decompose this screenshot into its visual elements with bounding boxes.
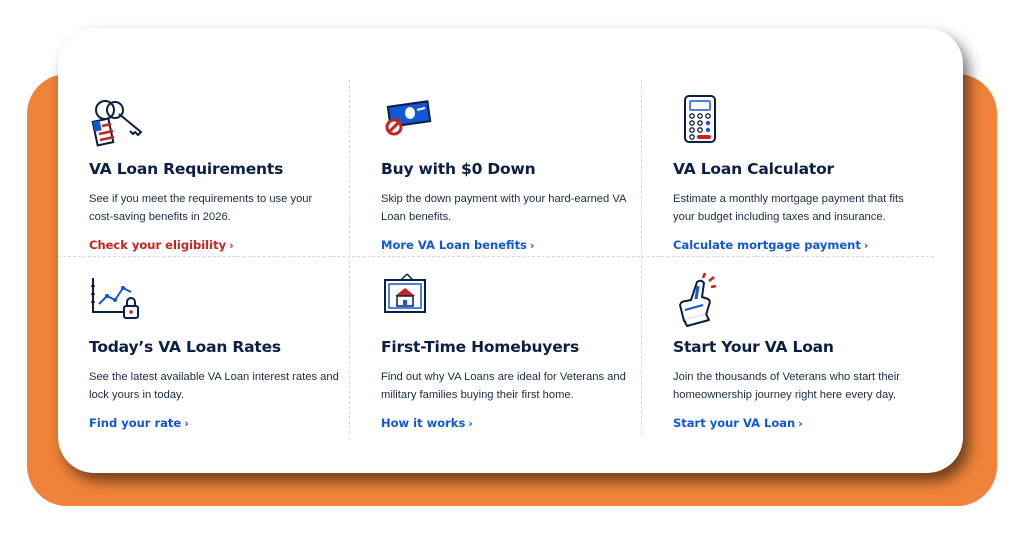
feature-description: Join the thousands of Veterans who start… xyxy=(673,371,900,401)
feature-va-loan-calculator: VA Loan Calculator Estimate a monthly mo… xyxy=(673,94,933,264)
feature-description: See if you meet the requirements to use … xyxy=(89,193,313,223)
column-divider xyxy=(641,80,642,434)
keys-flag-icon xyxy=(89,94,149,154)
chevron-right-icon: › xyxy=(468,417,473,430)
more-va-loan-benefits-link[interactable]: More VA Loan benefits › xyxy=(381,238,534,252)
link-label: How it works xyxy=(381,416,466,430)
check-eligibility-link[interactable]: Check your eligibility › xyxy=(89,238,234,252)
dollar-bill-no-icon xyxy=(381,94,441,154)
feature-description: Find out why VA Loans are ideal for Vete… xyxy=(381,371,626,401)
link-label: Calculate mortgage payment xyxy=(673,238,861,252)
feature-description: Skip the down payment with your hard-ear… xyxy=(381,193,626,223)
feature-va-loan-requirements: VA Loan Requirements See if you meet the… xyxy=(89,94,349,264)
column-divider xyxy=(349,80,350,434)
how-it-works-link[interactable]: How it works › xyxy=(381,416,473,430)
feature-title: Today’s VA Loan Rates xyxy=(89,338,281,356)
feature-buy-zero-down: Buy with $0 Down Skip the down payment w… xyxy=(381,94,641,264)
feature-title: VA Loan Requirements xyxy=(89,160,284,178)
chevron-right-icon: › xyxy=(798,417,803,430)
link-label: Check your eligibility xyxy=(89,238,227,252)
chevron-right-icon: › xyxy=(529,239,535,252)
link-label: Find your rate xyxy=(89,416,182,430)
find-your-rate-link[interactable]: Find your rate › xyxy=(89,416,189,430)
features-grid: VA Loan Requirements See if you meet the… xyxy=(58,80,963,434)
chevron-right-icon: › xyxy=(229,239,234,252)
features-card: VA Loan Requirements See if you meet the… xyxy=(58,28,963,473)
link-label: More VA Loan benefits xyxy=(381,238,527,252)
house-frame-icon xyxy=(381,272,441,332)
foam-finger-icon xyxy=(673,272,733,332)
feature-description: Estimate a monthly mortgage payment that… xyxy=(673,193,904,223)
link-label: Start your VA Loan xyxy=(673,416,796,430)
feature-todays-rates: Today’s VA Loan Rates See the latest ava… xyxy=(89,272,349,442)
chevron-right-icon: › xyxy=(184,417,189,430)
calculator-icon xyxy=(673,94,733,154)
feature-title: First-Time Homebuyers xyxy=(381,338,579,356)
chevron-right-icon: › xyxy=(863,239,869,252)
feature-title: Start Your VA Loan xyxy=(673,338,834,356)
feature-title: VA Loan Calculator xyxy=(673,160,834,178)
rate-chart-lock-icon xyxy=(89,272,149,332)
feature-first-time-homebuyers: First-Time Homebuyers Find out why VA Lo… xyxy=(381,272,641,442)
feature-title: Buy with $0 Down xyxy=(381,160,536,178)
start-your-va-loan-link[interactable]: Start your VA Loan › xyxy=(673,416,803,430)
feature-start-your-va-loan: Start Your VA Loan Join the thousands of… xyxy=(673,272,933,442)
feature-description: See the latest available VA Loan interes… xyxy=(89,371,339,401)
calculate-mortgage-payment-link[interactable]: Calculate mortgage payment › xyxy=(673,238,868,252)
